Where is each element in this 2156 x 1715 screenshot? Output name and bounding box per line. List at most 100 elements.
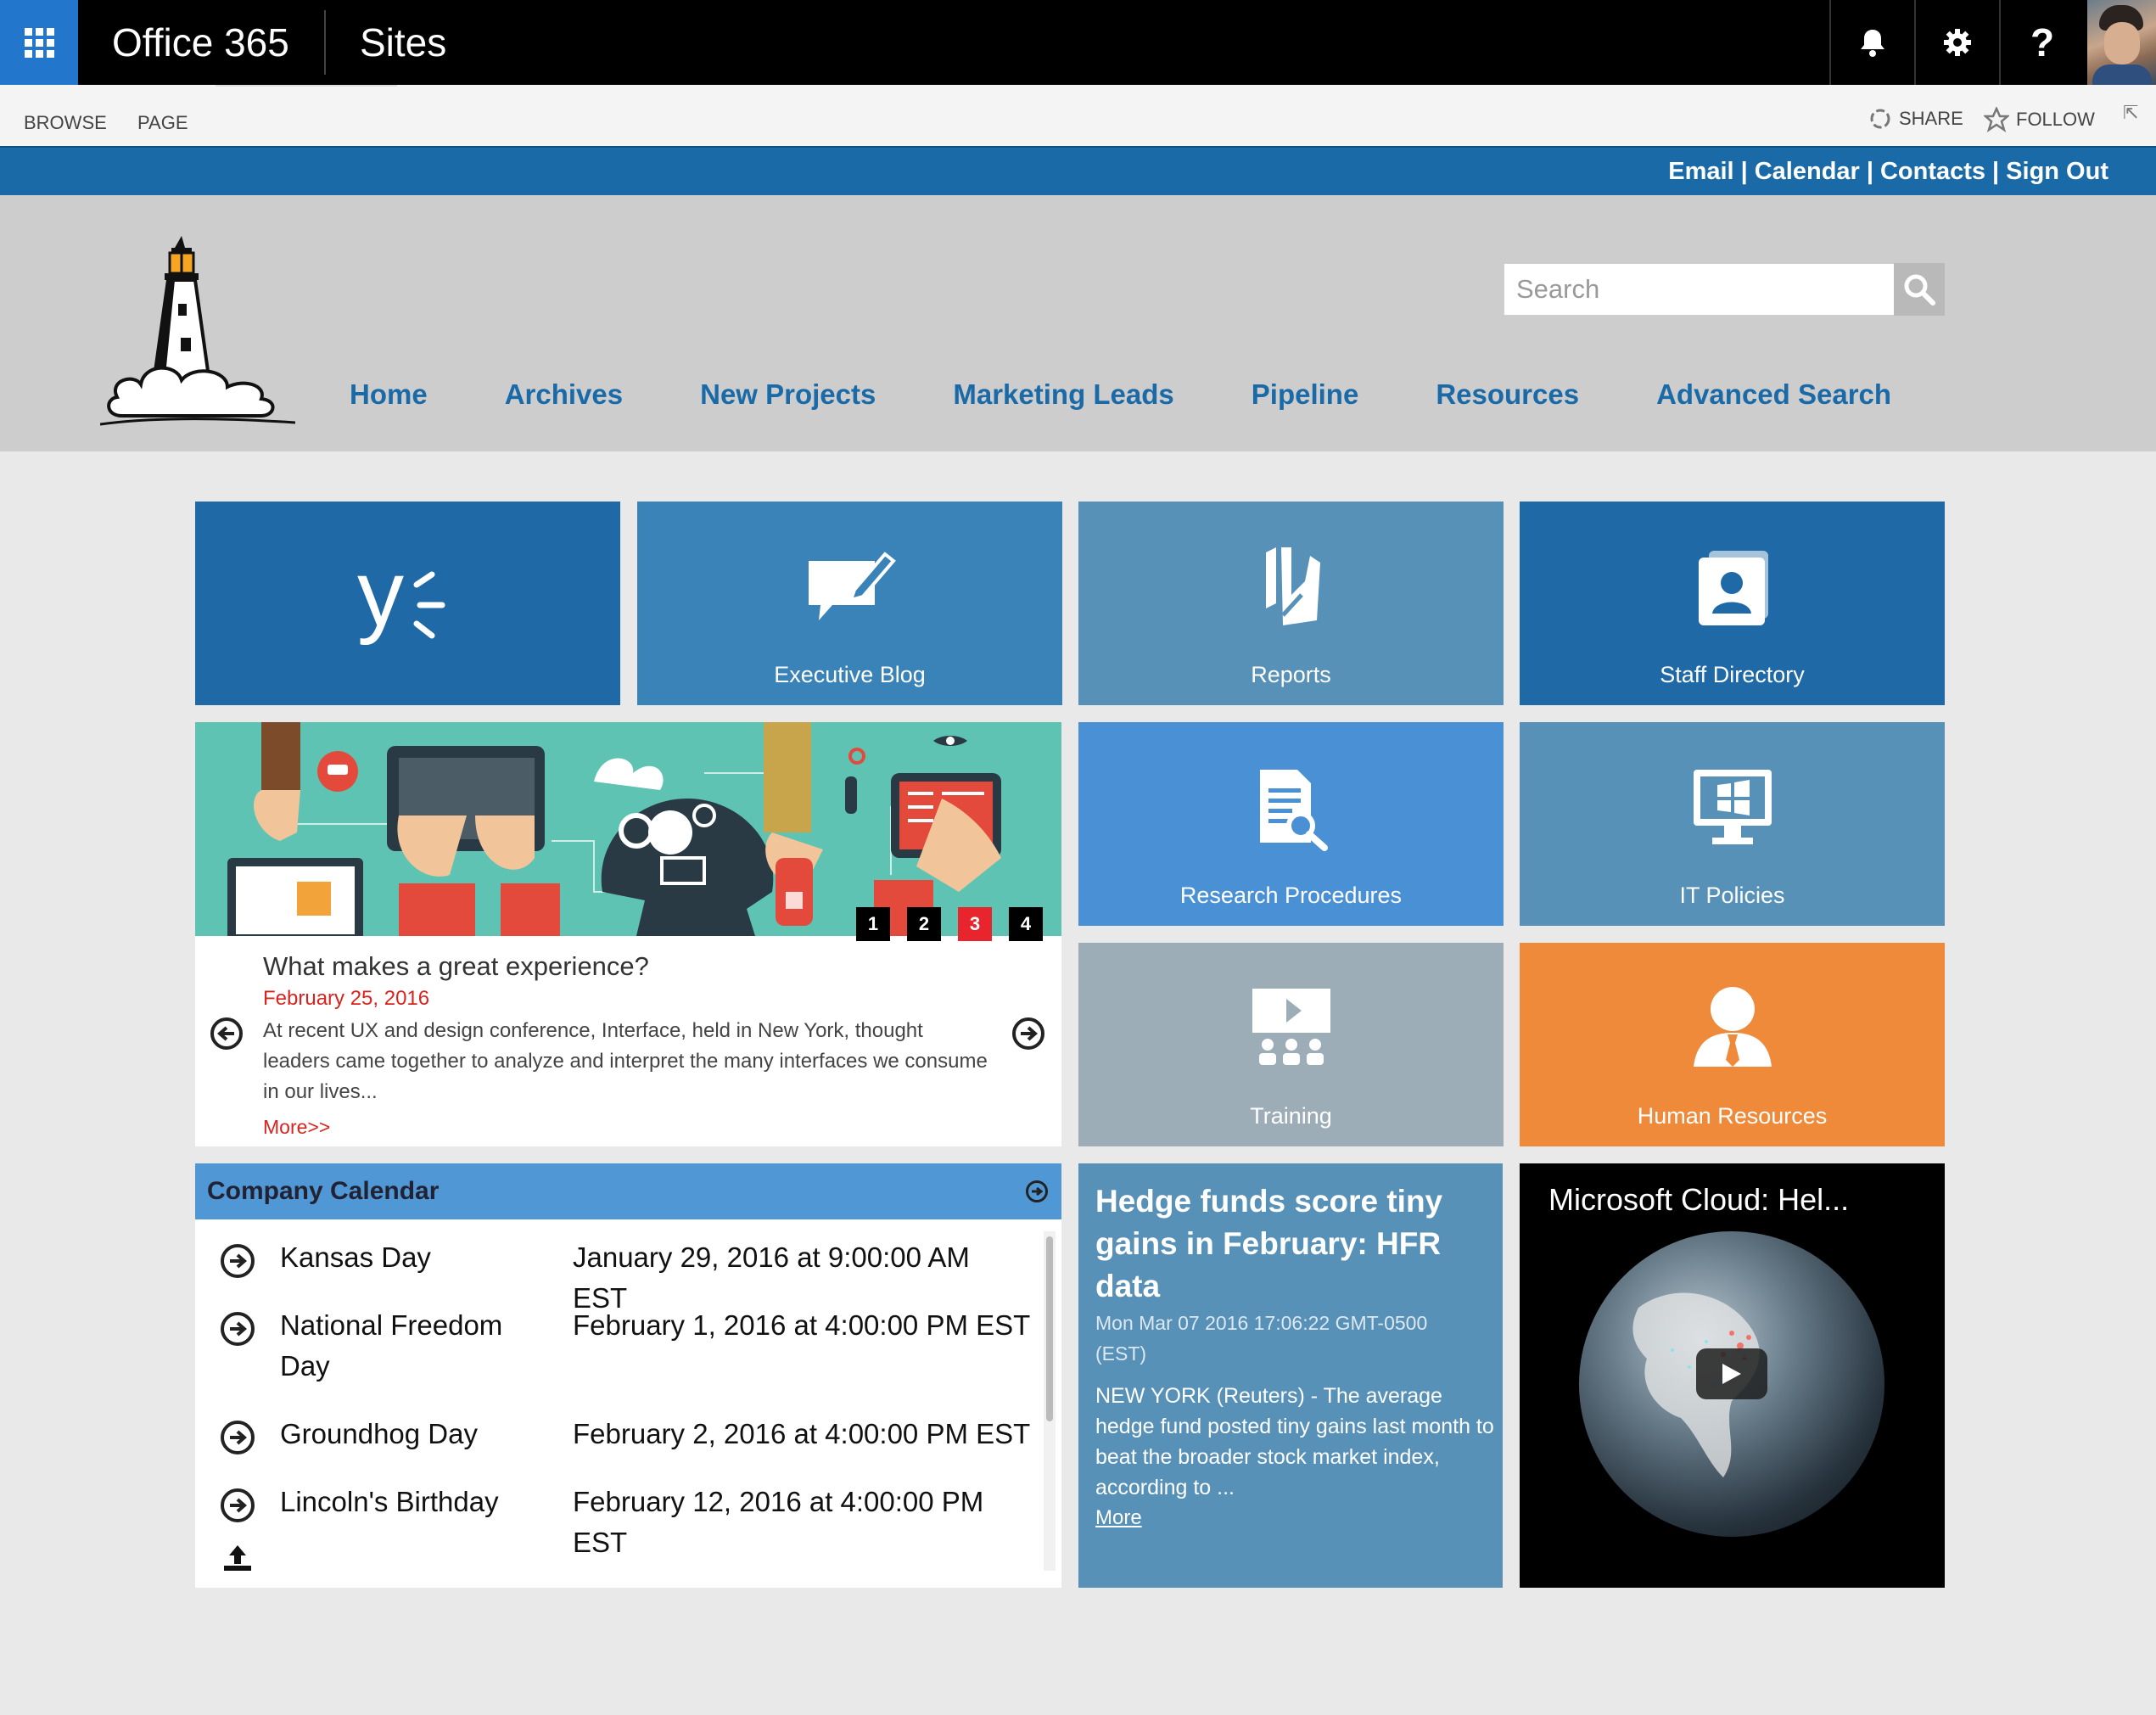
tile-label: Reports (1251, 662, 1331, 687)
nav-archives[interactable]: Archives (505, 378, 623, 411)
nav-advanced-search[interactable]: Advanced Search (1656, 378, 1891, 411)
upload-icon[interactable] (221, 1542, 255, 1576)
arrow-left-icon (217, 1026, 234, 1041)
feature-title[interactable]: What makes a great experience? (263, 951, 649, 982)
share-button[interactable]: SHARE (1868, 107, 1963, 131)
search-button[interactable] (1894, 263, 1945, 316)
separator: | (1866, 158, 1873, 185)
star-icon (1984, 107, 2009, 132)
yammer-icon: y (357, 556, 445, 646)
app-title-sites[interactable]: Sites (360, 17, 446, 68)
nav-marketing-leads[interactable]: Marketing Leads (953, 378, 1173, 411)
follow-label: FOLLOW (2016, 109, 2095, 130)
tile-staff-directory[interactable]: Staff Directory (1520, 502, 1945, 705)
event-name: Lincoln's Birthday (280, 1486, 499, 1517)
windows-monitor-icon (1693, 770, 1772, 844)
play-button[interactable] (1696, 1348, 1767, 1399)
scrollbar-thumb[interactable] (1046, 1236, 1053, 1421)
news-more-link[interactable]: More (1095, 1506, 1142, 1530)
tile-label: Human Resources (1637, 1103, 1828, 1129)
help-button[interactable]: ? (1999, 0, 2084, 85)
feature-more-link[interactable]: More>> (263, 1116, 330, 1139)
tile-label: IT Policies (1679, 883, 1785, 908)
event-arrow-icon[interactable] (221, 1488, 255, 1522)
slide-dot-2[interactable]: 2 (907, 907, 941, 941)
tile-research-procedures[interactable]: Research Procedures (1078, 722, 1504, 926)
tile-it-policies[interactable]: IT Policies (1520, 722, 1945, 926)
tab-page[interactable]: PAGE (137, 112, 188, 134)
video-player[interactable]: Microsoft Cloud: Hel... (1520, 1163, 1945, 1588)
lighthouse-logo[interactable] (100, 236, 295, 431)
tile-training[interactable]: Training (1078, 943, 1504, 1146)
ux-illustration (195, 722, 1061, 936)
slide-dot-3-active[interactable]: 3 (958, 907, 992, 941)
suite-bar: Office 365 Sites ? (0, 0, 2156, 85)
app-launcher-button[interactable] (0, 0, 78, 85)
nav-home[interactable]: Home (350, 378, 428, 411)
svg-text:y: y (357, 556, 404, 646)
news-date: Mon Mar 07 2016 17:06:22 GMT-0500 (EST) (1095, 1312, 1428, 1365)
search-icon (1904, 274, 1935, 305)
email-link[interactable]: Email (1668, 158, 1733, 186)
event-datetime: February 12, 2016 at 4:00:00 PM EST (573, 1486, 984, 1558)
notifications-button[interactable] (1829, 0, 1914, 85)
calendar-title: Company Calendar (207, 1177, 440, 1205)
site-header: Home Archives New Projects Marketing Lea… (0, 195, 2156, 451)
waffle-icon (24, 27, 54, 58)
nav-new-projects[interactable]: New Projects (700, 378, 876, 411)
feature-slider: 1 2 3 4 What makes a great experience? F… (195, 722, 1061, 1146)
next-slide-button[interactable] (1012, 1017, 1044, 1050)
blog-edit-icon (808, 552, 896, 620)
tab-browse[interactable]: BROWSE (24, 112, 107, 134)
event-datetime: February 1, 2016 at 4:00:00 PM EST (573, 1309, 1031, 1341)
calendar-expand-button[interactable] (1026, 1180, 1048, 1202)
event-arrow-icon[interactable] (221, 1244, 255, 1278)
calendar-header: Company Calendar (195, 1163, 1061, 1219)
nav-resources[interactable]: Resources (1436, 378, 1579, 411)
event-name: Groundhog Day (280, 1418, 478, 1449)
presentation-icon (1252, 989, 1330, 1065)
share-label: SHARE (1899, 108, 1963, 129)
calendar-link[interactable]: Calendar (1755, 158, 1860, 186)
event-arrow-icon[interactable] (221, 1312, 255, 1346)
arrow-right-icon (1032, 1186, 1043, 1197)
focus-content-icon[interactable]: ⇱ (2123, 102, 2138, 124)
slide-dot-4[interactable]: 4 (1009, 907, 1043, 941)
search-input[interactable] (1504, 264, 1944, 315)
video-title: Microsoft Cloud: Hel... (1548, 1182, 1850, 1217)
settings-button[interactable] (1914, 0, 1999, 85)
separator: | (1740, 158, 1748, 185)
suite-divider (324, 10, 326, 75)
contacts-link[interactable]: Contacts (1880, 158, 1985, 186)
feature-date: February 25, 2016 (263, 987, 430, 1010)
slide-dot-1[interactable]: 1 (856, 907, 890, 941)
utility-bar: Email | Calendar | Contacts | Sign Out (0, 146, 2156, 195)
news-headline[interactable]: Hedge funds score tiny gains in February… (1095, 1180, 1494, 1308)
contact-card-icon (1698, 551, 1768, 625)
share-icon (1870, 109, 1890, 129)
news-tile[interactable]: Hedge funds score tiny gains in February… (1078, 1163, 1503, 1588)
tile-label: Staff Directory (1660, 662, 1805, 687)
tile-executive-blog[interactable]: Executive Blog (637, 502, 1062, 705)
office-365-brand[interactable]: Office 365 (112, 17, 289, 68)
user-avatar[interactable] (2087, 0, 2156, 85)
play-icon (1722, 1364, 1741, 1384)
news-summary: NEW YORK (Reuters) - The average hedge f… (1095, 1384, 1494, 1499)
arrow-right-icon (1021, 1026, 1038, 1041)
follow-button[interactable]: FOLLOW (1984, 107, 2095, 132)
event-name: Kansas Day (280, 1241, 431, 1273)
person-tie-icon (1693, 987, 1772, 1067)
sign-out-link[interactable]: Sign Out (2006, 158, 2108, 186)
tile-reports[interactable]: Reports (1078, 502, 1504, 705)
search-field[interactable] (1504, 263, 1945, 316)
tile-yammer[interactable]: y (195, 502, 620, 705)
feature-summary: At recent UX and design conference, Inte… (263, 1019, 988, 1103)
nav-pipeline[interactable]: Pipeline (1252, 378, 1359, 411)
calendar-scrollbar[interactable] (1044, 1231, 1056, 1571)
tile-human-resources[interactable]: Human Resources (1520, 943, 1945, 1146)
tile-label: Executive Blog (774, 662, 926, 687)
company-calendar: Company Calendar Kansas Day January 29, … (195, 1163, 1061, 1588)
event-arrow-icon[interactable] (221, 1421, 255, 1454)
document-search-icon (1259, 770, 1328, 851)
previous-slide-button[interactable] (210, 1017, 243, 1050)
